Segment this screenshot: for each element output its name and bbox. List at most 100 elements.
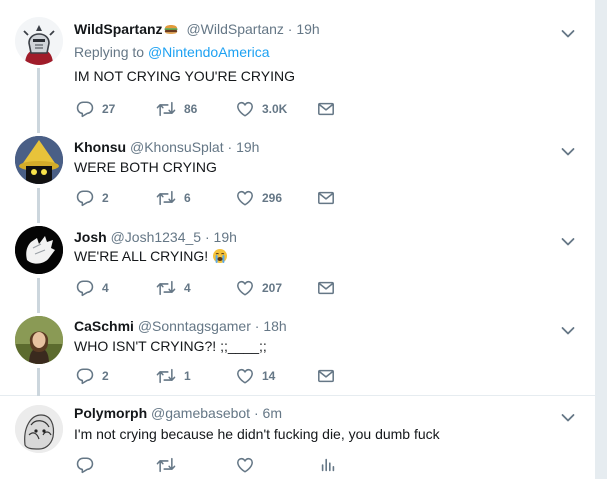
tweet-actions: 2 6 296 [76,188,396,208]
loudly-crying-face-emoji [212,248,228,264]
separator-dot: · [227,139,233,155]
retweet-button[interactable] [156,455,176,475]
tweet-wildspartanz[interactable]: WildSpartanz @WildSpartanz · 19h Replyin… [0,0,596,123]
reply-icon [76,367,94,385]
display-name[interactable]: Polymorph [74,405,147,421]
user-handle[interactable]: @Sonntagsgamer [138,318,251,334]
retweet-button[interactable]: 4 [156,278,191,298]
thread-connector-line [37,188,40,213]
timestamp[interactable]: 19h [236,139,259,155]
avatar-drawing-image [15,405,63,453]
mention-link[interactable]: @NintendoAmerica [148,44,270,60]
reply-button[interactable]: 27 [76,99,115,119]
tweet-khonsu[interactable]: Khonsu @KhonsuSplat · 19h WERE BOTH CRYI… [0,123,596,213]
tweet-actions [76,455,396,475]
user-handle[interactable]: @KhonsuSplat [130,139,224,155]
tweet-header: CaSchmi @Sonntagsgamer · 18h [74,318,287,334]
retweet-icon [156,279,176,297]
reply-button[interactable]: 2 [76,188,109,208]
tweet-text: WERE BOTH CRYING [74,159,217,175]
envelope-icon [317,367,335,385]
tweet-header: Khonsu @KhonsuSplat · 19h [74,139,259,155]
user-handle[interactable]: @WildSpartanz [186,21,283,37]
direct-message-button[interactable] [317,278,335,298]
timestamp[interactable]: 19h [214,229,237,245]
hamburger-emoji [163,21,179,37]
user-handle[interactable]: @gamebasebot [151,405,250,421]
display-name[interactable]: Khonsu [74,139,126,155]
like-button[interactable]: 207 [236,278,282,298]
tweet-josh[interactable]: Josh @Josh1234_5 · 19h WE'RE ALL CRYING!… [0,213,596,303]
tweet-text: WHO ISN'T CRYING?! ;;____;; [74,338,267,354]
like-button[interactable]: 14 [236,366,275,386]
like-count: 207 [262,281,283,295]
direct-message-button[interactable] [317,366,335,386]
heart-icon [236,367,254,385]
reply-button[interactable]: 2 [76,366,109,386]
tweet-header: Polymorph @gamebasebot · 6m [74,405,282,421]
like-count: 3.0K [262,102,288,116]
tweet-actions: 4 4 207 [76,278,396,298]
avatar[interactable] [15,405,63,453]
avatar-portrait-image [15,316,63,364]
tweet-text: I'm not crying because he didn't fucking… [74,426,440,442]
separator-dot: · [204,229,210,245]
like-button[interactable] [236,455,254,475]
retweet-icon [156,100,176,118]
display-name[interactable]: WildSpartanz [74,21,163,37]
tweet-polymorph[interactable]: Polymorph @gamebasebot · 6m I'm not cryi… [0,397,596,479]
thread-connector-line [37,213,40,223]
direct-message-button[interactable] [317,99,335,119]
envelope-icon [317,189,335,207]
chevron-down-icon[interactable] [561,144,575,154]
display-name[interactable]: Josh [74,229,107,245]
retweet-count: 4 [184,281,191,295]
tweet-activity-button[interactable] [319,455,337,475]
thread-connector-line [37,123,40,133]
reply-icon [76,189,94,207]
direct-message-button[interactable] [317,188,335,208]
envelope-icon [317,100,335,118]
reply-button[interactable] [76,455,94,475]
avatar-hand-image [15,226,63,274]
timestamp[interactable]: 18h [263,318,286,334]
retweet-count: 6 [184,191,191,205]
chevron-down-icon[interactable] [561,234,575,244]
tweet-caschmi[interactable]: CaSchmi @Sonntagsgamer · 18h WHO ISN'T C… [0,303,596,396]
reply-button[interactable]: 4 [76,278,109,298]
tweet-header: WildSpartanz @WildSpartanz · 19h [74,21,320,37]
reply-icon [76,456,94,474]
avatar[interactable] [15,316,63,364]
tweet-actions: 27 86 3.0K [76,99,396,119]
avatar[interactable] [15,17,63,65]
reply-icon [76,279,94,297]
reply-count: 2 [102,369,109,383]
retweet-count: 1 [184,369,191,383]
reply-thread: WildSpartanz @WildSpartanz · 19h Replyin… [0,0,596,479]
retweet-button[interactable]: 6 [156,188,191,208]
retweet-icon [156,189,176,207]
chevron-down-icon[interactable] [561,410,575,420]
retweet-count: 86 [184,102,198,116]
reply-count: 4 [102,281,109,295]
reply-count: 27 [102,102,116,116]
display-name[interactable]: CaSchmi [74,318,134,334]
user-handle[interactable]: @Josh1234_5 [111,229,202,245]
retweet-button[interactable]: 86 [156,99,197,119]
tweet-header: Josh @Josh1234_5 · 19h [74,229,237,245]
analytics-icon [319,456,337,474]
retweet-button[interactable]: 1 [156,366,191,386]
avatar[interactable] [15,136,63,184]
like-button[interactable]: 3.0K [236,99,287,119]
timestamp[interactable]: 6m [263,405,282,421]
avatar[interactable] [15,226,63,274]
tweet-text: IM NOT CRYING YOU'RE CRYING [74,68,296,84]
heart-icon [236,189,254,207]
like-button[interactable]: 296 [236,188,282,208]
heart-icon [236,100,254,118]
reply-icon [76,100,94,118]
chevron-down-icon[interactable] [561,323,575,333]
chevron-down-icon[interactable] [561,26,575,36]
replying-to: Replying to @NintendoAmerica [74,44,270,60]
timestamp[interactable]: 19h [296,21,319,37]
